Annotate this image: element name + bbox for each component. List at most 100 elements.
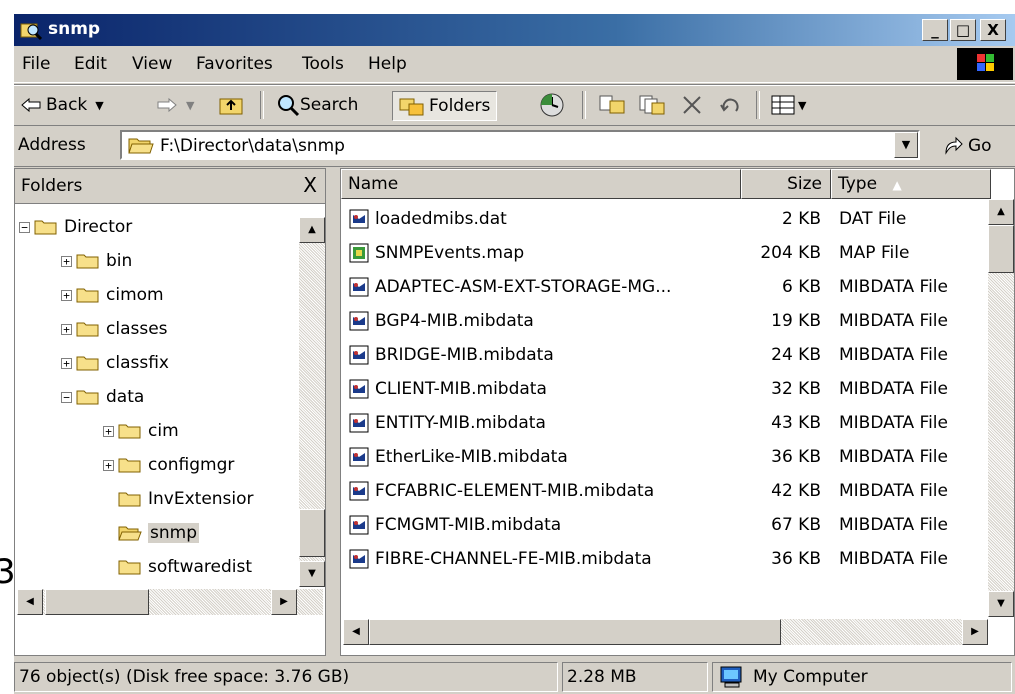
scroll-up-button[interactable]: ▲: [988, 199, 1014, 225]
map-file-icon: [349, 243, 369, 263]
views-button[interactable]: ▼: [770, 91, 806, 119]
collapse-icon[interactable]: −: [61, 391, 72, 403]
address-label: Address: [18, 135, 86, 155]
file-name-cell: EtherLike-MIB.mibdata: [349, 447, 568, 467]
up-folder-icon: [219, 98, 243, 115]
column-header-type[interactable]: Type ▲: [831, 169, 991, 199]
file-row[interactable]: FCFABRIC-ELEMENT-MIB.mibdata 42 KB MIBDATA…: [341, 475, 991, 509]
tree-item-classfix[interactable]: + classfix: [61, 353, 169, 373]
undo-button[interactable]: [718, 91, 744, 119]
file-row[interactable]: loadedmibs.dat 2 KB DAT File: [341, 203, 991, 237]
folders-horizontal-scrollbar[interactable]: ◀ ▶: [17, 589, 323, 615]
file-type: MAP File: [839, 243, 910, 263]
scroll-up-button[interactable]: ▲: [299, 217, 325, 243]
go-button[interactable]: Go: [942, 135, 992, 157]
title-bar[interactable]: snmp _ □ X: [14, 14, 1015, 46]
menu-view[interactable]: View: [132, 54, 172, 74]
folder-icon: [118, 458, 141, 473]
back-dropdown-icon[interactable]: ▼: [95, 99, 103, 112]
open-folder-icon: [118, 526, 142, 541]
history-button[interactable]: [538, 91, 566, 119]
folders-pane-close-button[interactable]: X: [303, 173, 317, 197]
menu-tools[interactable]: Tools: [302, 54, 344, 74]
file-row[interactable]: BGP4-MIB.mibdata 19 KB MIBDATA File: [341, 305, 991, 339]
tree-item-director[interactable]: − Director: [19, 217, 132, 237]
expand-icon[interactable]: +: [103, 425, 114, 437]
menu-file[interactable]: File: [22, 54, 50, 74]
files-horizontal-scrollbar[interactable]: ◀ ▶: [343, 619, 988, 645]
back-label: Back: [46, 95, 88, 115]
collapse-icon[interactable]: −: [19, 221, 30, 233]
scroll-thumb[interactable]: [299, 509, 325, 557]
forward-button[interactable]: ▼: [156, 91, 194, 119]
scroll-right-button[interactable]: ▶: [962, 619, 988, 645]
scroll-down-button[interactable]: ▼: [299, 561, 325, 587]
move-to-button[interactable]: [598, 91, 626, 119]
tree-item-bin[interactable]: + bin: [61, 251, 132, 271]
copy-to-button[interactable]: [638, 91, 666, 119]
tree-item-label: softwaredist: [148, 557, 253, 577]
folders-button[interactable]: Folders: [392, 91, 498, 121]
up-folder-button[interactable]: [218, 91, 244, 119]
file-row[interactable]: CLIENT-MIB.mibdata 32 KB MIBDATA File: [341, 373, 991, 407]
tree-item-label: configmgr: [148, 455, 235, 475]
scroll-thumb[interactable]: [369, 619, 781, 645]
expand-icon[interactable]: +: [61, 289, 72, 301]
address-value: F:\Director\data\snmp: [160, 136, 345, 156]
menu-help[interactable]: Help: [368, 54, 407, 74]
expand-icon[interactable]: +: [61, 323, 72, 335]
tree-item-data[interactable]: − data: [61, 387, 144, 407]
scroll-down-button[interactable]: ▼: [988, 591, 1014, 617]
delete-button[interactable]: [680, 91, 704, 119]
file-type-icon: [349, 413, 369, 433]
scroll-thumb[interactable]: [45, 589, 149, 615]
open-folder-icon: [128, 138, 154, 154]
file-row[interactable]: BRIDGE-MIB.mibdata 24 KB MIBDATA File: [341, 339, 991, 373]
address-input[interactable]: F:\Director\data\snmp ▼: [120, 130, 920, 160]
scroll-left-button[interactable]: ◀: [17, 589, 43, 615]
forward-dropdown-icon[interactable]: ▼: [186, 99, 194, 112]
files-vertical-scrollbar[interactable]: ▲ ▼: [988, 199, 1014, 617]
search-button[interactable]: Search: [276, 91, 358, 119]
tree-item-classes[interactable]: + classes: [61, 319, 168, 339]
file-name: SNMPEvents.map: [375, 243, 525, 263]
file-name: BGP4-MIB.mibdata: [375, 311, 534, 331]
file-row[interactable]: ADAPTEC-ASM-EXT-STORAGE-MG... 6 KB MIBDATA…: [341, 271, 991, 305]
file-size: 43 KB: [771, 413, 821, 433]
tree-item-configmgr[interactable]: + configmgr: [103, 455, 234, 475]
address-dropdown-button[interactable]: ▼: [894, 132, 918, 158]
scroll-left-button[interactable]: ◀: [343, 619, 369, 645]
tree-item-cim[interactable]: + cim: [103, 421, 179, 441]
scroll-right-button[interactable]: ▶: [271, 589, 297, 615]
tree-item-invextensior[interactable]: InvExtensior: [103, 489, 254, 509]
file-type-icon: [349, 345, 369, 365]
scroll-thumb[interactable]: [988, 225, 1014, 273]
expand-icon[interactable]: +: [61, 357, 72, 369]
file-row[interactable]: ENTITY-MIB.mibdata 43 KB MIBDATA File: [341, 407, 991, 441]
maximize-button[interactable]: □: [950, 19, 976, 41]
file-row[interactable]: FCMGMT-MIB.mibdata 67 KB MIBDATA File: [341, 509, 991, 543]
tree-item-softwaredist[interactable]: softwaredist: [103, 557, 252, 577]
menu-favorites[interactable]: Favorites: [196, 54, 273, 74]
tree-item-label: classes: [106, 319, 168, 339]
file-row[interactable]: EtherLike-MIB.mibdata 36 KB MIBDATA File: [341, 441, 991, 475]
column-header-name[interactable]: Name: [341, 169, 741, 199]
address-bar: Address F:\Director\data\snmp ▼ Go: [14, 126, 1015, 167]
minimize-button[interactable]: _: [922, 19, 948, 41]
folders-vertical-scrollbar[interactable]: ▲ ▼: [299, 217, 325, 587]
scroll-track[interactable]: [299, 245, 325, 507]
file-row[interactable]: FIBRE-CHANNEL-FE-MIB.mibdata 36 KB MIBDATA…: [341, 543, 991, 577]
expand-icon[interactable]: +: [61, 255, 72, 267]
tree-item-snmp[interactable]: snmp: [103, 523, 199, 543]
expand-icon[interactable]: +: [103, 459, 114, 471]
column-header-size[interactable]: Size: [741, 169, 831, 199]
menu-edit[interactable]: Edit: [74, 54, 107, 74]
back-button[interactable]: Back ▼: [20, 91, 104, 119]
column-header-type-label: Type: [838, 174, 878, 194]
tree-item-cimom[interactable]: + cimom: [61, 285, 164, 305]
close-button[interactable]: X: [980, 19, 1006, 41]
status-zone: My Computer: [712, 662, 1012, 692]
file-type: MIBDATA File: [839, 311, 948, 331]
file-row[interactable]: SNMPEvents.map 204 KB MAP File: [341, 237, 991, 271]
views-dropdown-icon[interactable]: ▼: [798, 99, 806, 112]
